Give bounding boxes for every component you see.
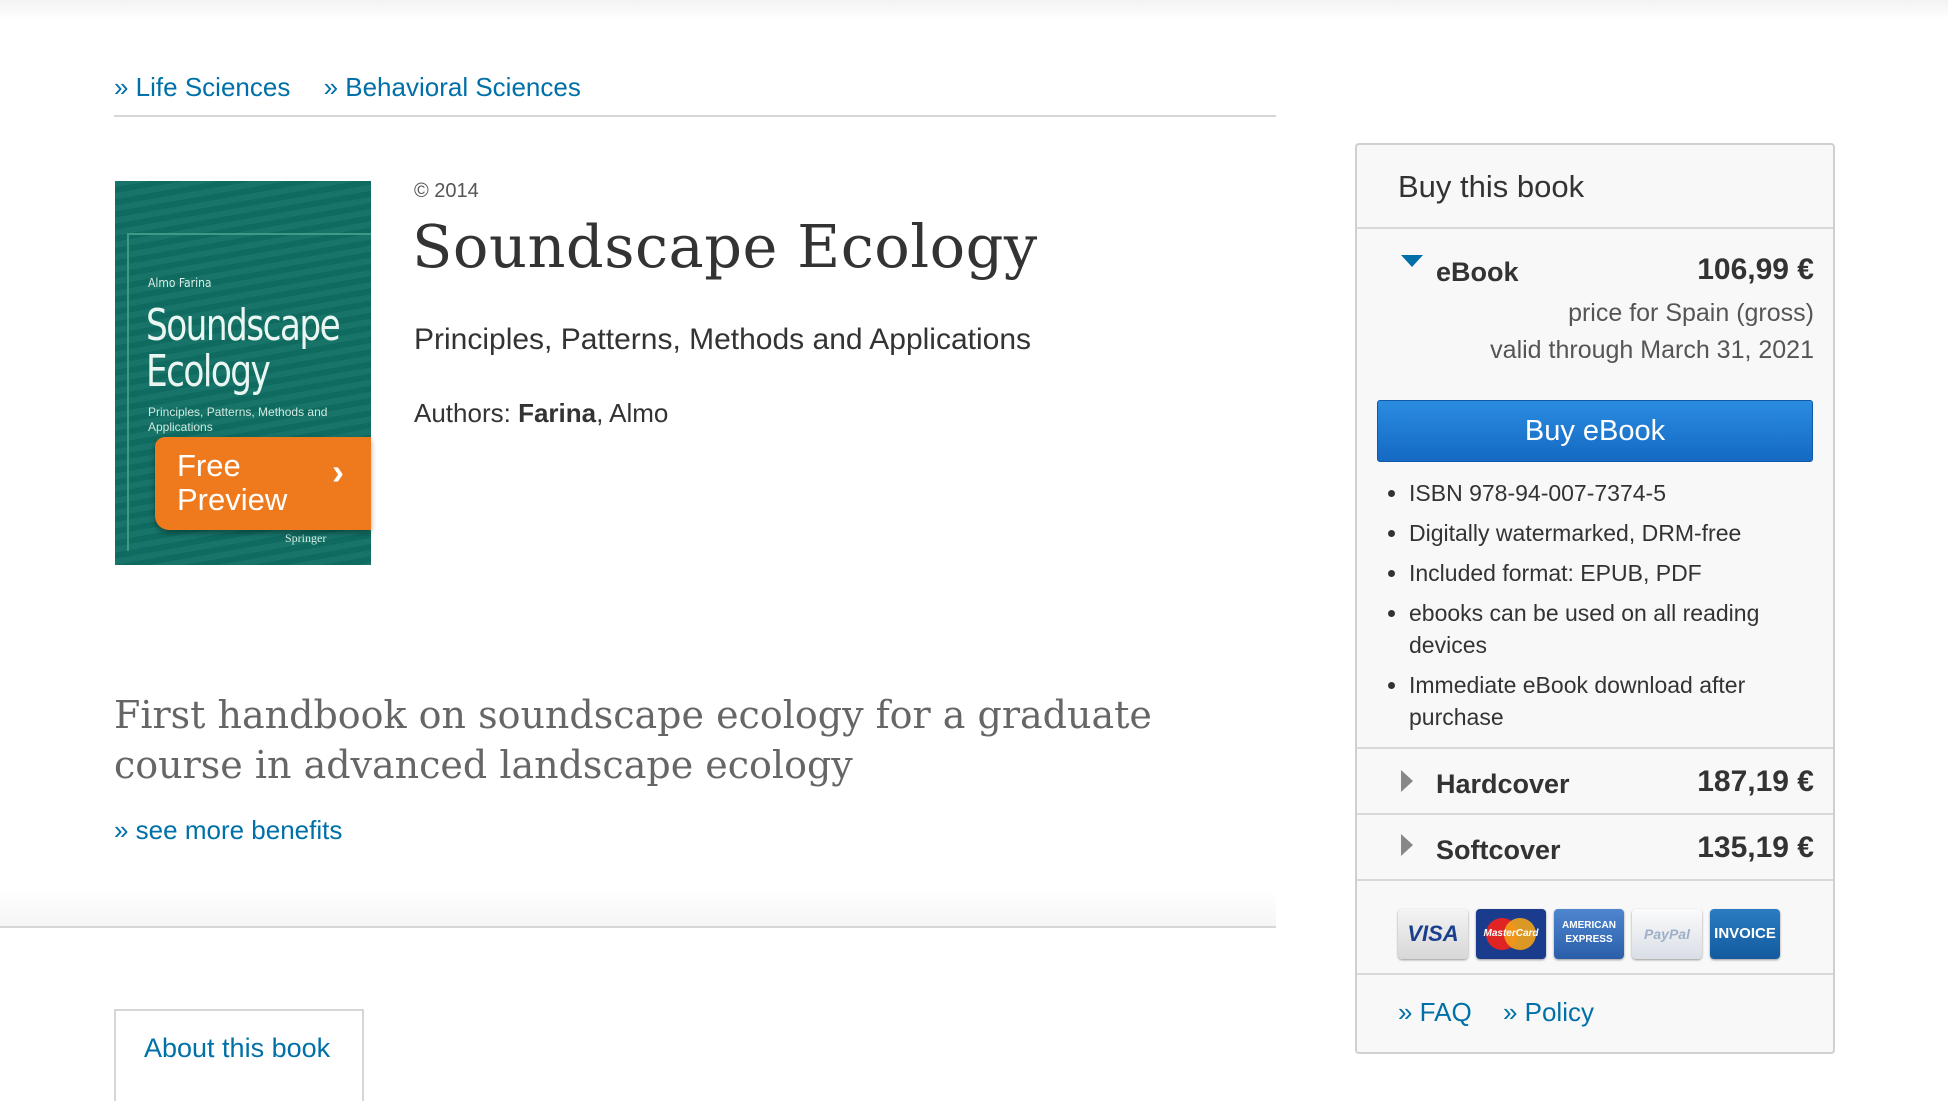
list-item: ebooks can be used on all reading device… [1409,597,1839,661]
author-last-name[interactable]: Farina [518,398,596,428]
hardcover-format-label[interactable]: Hardcover [1436,769,1570,800]
hardcover-price: 187,19 € [1697,765,1814,798]
copyright-year: © 2014 [414,180,479,202]
top-band [0,0,1948,20]
book-title: Soundscape Ecology [412,212,1038,281]
list-item: ISBN 978-94-007-7374-5 [1409,477,1839,509]
cover-subtitle: Principles, Patterns, Methods and Applic… [148,405,328,434]
list-item: Digitally watermarked, DRM-free [1409,517,1839,549]
breadcrumb-life-sciences[interactable]: » Life Sciences [114,72,290,102]
caret-right-icon[interactable] [1401,834,1413,856]
divider [1357,973,1833,975]
paypal-icon: PayPal [1632,909,1702,959]
buy-box-links: » FAQ » Policy [1398,997,1618,1028]
caret-right-icon[interactable] [1401,770,1413,792]
mastercard-label: MasterCard [1483,928,1539,939]
breadcrumb-divider [114,115,1276,117]
cover-publisher: Springer [285,531,327,545]
hardcover-row[interactable]: Hardcover 187,19 € [1357,749,1833,813]
price-region-note: price for Spain (gross) valid through Ma… [1490,295,1814,369]
buy-box-title: Buy this book [1398,169,1585,204]
mastercard-icon: MasterCard [1476,909,1546,959]
free-preview-label: Free Preview [177,448,288,517]
breadcrumb: » Life Sciences » Behavioral Sciences [114,72,607,103]
ebook-price: 106,99 € [1697,253,1814,286]
softcover-row[interactable]: Softcover 135,19 € [1357,815,1833,879]
invoice-icon: INVOICE [1710,909,1780,959]
buy-box: Buy this book eBook 106,99 € price for S… [1355,143,1835,1054]
authors-label: Authors: [414,398,519,428]
amex-icon: AMERICAN EXPRESS [1554,909,1624,959]
ebook-feature-list: ISBN 978-94-007-7374-5 Digitally waterma… [1381,477,1839,741]
buy-box-header: Buy this book [1357,145,1833,229]
softcover-price: 135,19 € [1697,831,1814,864]
author-first-name: , Almo [596,398,669,428]
ebook-section: eBook 106,99 € price for Spain (gross) v… [1357,227,1833,747]
policy-link[interactable]: » Policy [1503,997,1594,1027]
book-subtitle: Principles, Patterns, Methods and Applic… [414,323,1032,356]
price-note-country: price for Spain (gross) [1568,299,1814,327]
see-more-benefits-link[interactable]: » see more benefits [114,815,342,846]
list-item: Immediate eBook download after purchase [1409,669,1839,733]
tab-about-this-book[interactable]: About this book [114,1009,364,1101]
section-shadow [0,890,1276,926]
cover-author: Almo Farina [148,276,212,290]
free-preview-button[interactable]: Free Preview › [155,437,371,530]
divider [1357,879,1833,881]
caret-down-icon[interactable] [1401,255,1423,267]
authors-line: Authors: Farina, Almo [414,398,668,429]
breadcrumb-behavioral-sciences[interactable]: » Behavioral Sciences [324,72,581,102]
faq-link[interactable]: » FAQ [1398,997,1472,1027]
list-item: Included format: EPUB, PDF [1409,557,1839,589]
softcover-format-label[interactable]: Softcover [1436,835,1561,866]
book-tagline: First handbook on soundscape ecology for… [114,693,1152,787]
visa-icon: VISA [1398,909,1468,959]
price-note-validity: valid through March 31, 2021 [1490,336,1814,364]
buy-ebook-button[interactable]: Buy eBook [1377,400,1813,462]
section-divider [0,926,1276,928]
chevron-right-icon: › [332,451,344,492]
ebook-format-label[interactable]: eBook [1436,257,1519,288]
cover-title: Soundscape Ecology [146,300,341,397]
tab-about-label: About this book [144,1033,331,1063]
